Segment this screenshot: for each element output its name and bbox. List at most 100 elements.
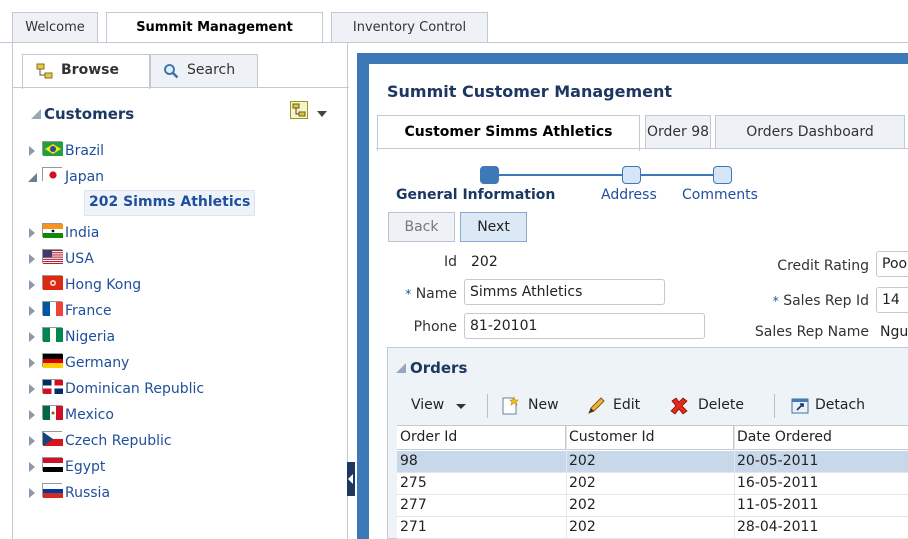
expand-node-icon[interactable]	[29, 384, 35, 394]
tree-node-label[interactable]: Mexico	[65, 407, 114, 423]
column-header-date-ordered[interactable]: Date Ordered	[734, 426, 908, 450]
table-row[interactable]: 271 202 28-04-2011	[397, 517, 908, 539]
edit-button[interactable]: Edit	[586, 396, 646, 416]
tree-node-mexico[interactable]: Mexico	[13, 402, 349, 428]
table-row[interactable]: 275 202 16-05-2011	[397, 473, 908, 495]
tree-node-czech[interactable]: Czech Republic	[13, 428, 349, 454]
new-button[interactable]: New	[500, 396, 570, 416]
train-stop-comments[interactable]	[713, 166, 732, 184]
tree-node-france[interactable]: France	[13, 298, 349, 324]
top-tab-bar: Welcome Summit Management Inventory Cont…	[0, 0, 908, 45]
tree-node-label[interactable]: Dominican Republic	[65, 381, 204, 397]
page-title: Summit Customer Management	[387, 82, 673, 101]
tree-node-label[interactable]: France	[65, 303, 112, 319]
left-tab-divider	[13, 87, 349, 88]
tree-node-brazil[interactable]: Brazil	[13, 138, 349, 164]
expand-node-icon[interactable]	[29, 410, 35, 420]
detach-button[interactable]: Detach	[790, 396, 880, 416]
expand-node-icon[interactable]	[29, 462, 35, 472]
tree-node-usa[interactable]: USA	[13, 246, 349, 272]
usa-flag-icon	[42, 249, 63, 264]
tree-node-label[interactable]: Egypt	[65, 459, 105, 475]
tree-node-india[interactable]: India	[13, 220, 349, 246]
expand-node-icon[interactable]	[29, 306, 35, 316]
tree-node-hongkong[interactable]: Hong Kong	[13, 272, 349, 298]
tree-node-label[interactable]: India	[65, 225, 99, 241]
expand-node-icon[interactable]	[29, 436, 35, 446]
tree-node-germany[interactable]: Germany	[13, 350, 349, 376]
column-header-order-id[interactable]: Order Id	[397, 426, 566, 450]
phone-label: Phone	[413, 319, 457, 335]
train-stop-address[interactable]	[622, 166, 641, 184]
column-divider	[566, 426, 567, 539]
browse-panel: Browse Search Customers Brazil Japan India…	[12, 43, 349, 539]
new-button-label: New	[528, 397, 559, 413]
tree-node-nigeria[interactable]: Nigeria	[13, 324, 349, 350]
inner-tab-divider	[376, 148, 908, 149]
orders-heading: Orders	[410, 359, 468, 377]
tree-node-russia[interactable]: Russia	[13, 480, 349, 506]
table-cell: 28-04-2011	[737, 519, 819, 535]
edit-button-label: Edit	[613, 397, 641, 413]
table-cell: 20-05-2011	[737, 453, 819, 469]
chevron-down-icon	[456, 404, 466, 409]
collapse-orders-icon[interactable]	[396, 363, 406, 373]
hierarchy-menu-dropdown-icon[interactable]	[317, 111, 327, 117]
tab-welcome[interactable]: Welcome	[12, 12, 98, 43]
expand-node-icon[interactable]	[29, 488, 35, 498]
hierarchy-view-button[interactable]	[290, 101, 308, 119]
view-menu[interactable]: View	[411, 396, 471, 416]
table-cell: 98	[400, 453, 418, 469]
tree-node-selected-customer[interactable]: 202 Simms Athletics	[84, 190, 256, 216]
expand-node-icon[interactable]	[29, 254, 35, 264]
france-flag-icon	[42, 301, 63, 316]
sales-rep-id-field[interactable]: 14	[876, 287, 908, 313]
tree-node-label[interactable]: Brazil	[65, 143, 104, 159]
tree-node-label[interactable]: Germany	[65, 355, 129, 371]
train-stop-general-information[interactable]	[480, 166, 499, 184]
id-label: Id	[443, 254, 457, 270]
tab-orders-dashboard[interactable]: Orders Dashboard	[715, 115, 905, 149]
table-row[interactable]: 277 202 11-05-2011	[397, 495, 908, 517]
next-button[interactable]: Next	[460, 212, 527, 242]
mexico-flag-icon	[42, 405, 63, 420]
sales-rep-id-label: * Sales Rep Id	[740, 293, 869, 309]
tree-node-label[interactable]: Nigeria	[65, 329, 115, 345]
tab-summit-management[interactable]: Summit Management	[106, 12, 323, 45]
toolbar-separator-2	[774, 394, 775, 418]
tree-node-dominican[interactable]: Dominican Republic	[13, 376, 349, 402]
tab-order-98[interactable]: Order 98	[645, 115, 711, 149]
tree-node-label[interactable]: Hong Kong	[65, 277, 141, 293]
tree-node-egypt[interactable]: Egypt	[13, 454, 349, 480]
name-field[interactable]: Simms Athletics	[464, 279, 665, 305]
table-row[interactable]: 98 202 20-05-2011	[397, 451, 908, 473]
expand-node-icon[interactable]	[29, 332, 35, 342]
tab-search[interactable]: Search	[150, 54, 258, 87]
tree-node-label[interactable]: Russia	[65, 485, 110, 501]
collapse-node-icon[interactable]	[28, 173, 37, 182]
search-icon	[163, 63, 179, 79]
phone-field[interactable]: 81-20101	[464, 313, 705, 339]
expand-node-icon[interactable]	[29, 358, 35, 368]
delete-button[interactable]: Delete	[669, 396, 759, 416]
column-header-customer-id[interactable]: Customer Id	[566, 426, 734, 450]
train-label-general-information[interactable]: General Information	[396, 187, 555, 203]
tree-node-label[interactable]: Japan	[65, 169, 104, 185]
tree-node-label[interactable]: USA	[65, 251, 94, 267]
tab-inventory-control[interactable]: Inventory Control	[331, 12, 488, 43]
column-divider	[734, 426, 735, 539]
train-label-address[interactable]: Address	[601, 187, 657, 203]
tree-node-japan[interactable]: Japan	[13, 164, 349, 190]
expand-node-icon[interactable]	[29, 146, 35, 156]
tab-customer-simms-athletics[interactable]: Customer Simms Athletics	[377, 115, 640, 151]
tab-browse[interactable]: Browse	[22, 54, 150, 89]
collapse-customers-icon[interactable]	[31, 109, 41, 119]
train-label-comments[interactable]: Comments	[682, 187, 758, 203]
expand-node-icon[interactable]	[29, 228, 35, 238]
expand-node-icon[interactable]	[29, 280, 35, 290]
tree-node-label[interactable]: Czech Republic	[65, 433, 172, 449]
collapse-pane-handle[interactable]	[347, 462, 355, 496]
tab-search-label: Search	[187, 62, 236, 78]
back-button[interactable]: Back	[388, 212, 455, 242]
credit-rating-field[interactable]: Poo	[876, 251, 908, 277]
